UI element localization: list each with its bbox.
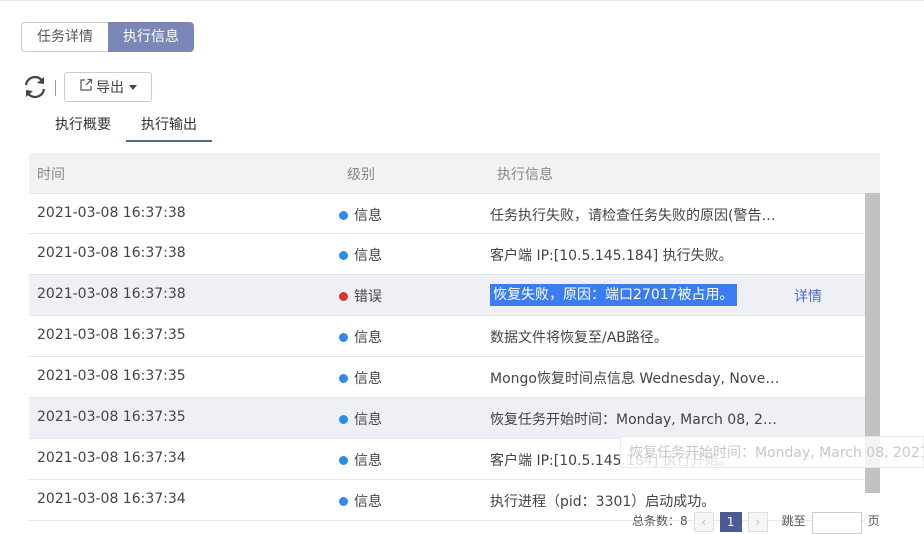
table-row[interactable]: 2021-03-08 16:37:38 信息 客户端 IP:[10.5.145.…	[29, 234, 865, 275]
export-icon	[79, 78, 93, 96]
row-level: 信息	[354, 453, 382, 469]
row-message: Mongo恢复时间点信息 Wednesday, Novem…	[490, 371, 780, 387]
next-page-icon[interactable]: ›	[747, 512, 768, 532]
header-level: 级别	[347, 167, 375, 183]
row-level: 错误	[354, 289, 382, 305]
table-row[interactable]: 2021-03-08 16:37:35 信息 恢复任务开始时间：Monday, …	[29, 398, 865, 439]
row-message: 执行进程（pid：3301）启动成功。	[490, 494, 716, 510]
row-time: 2021-03-08 16:37:34	[37, 450, 186, 466]
row-message: 恢复任务开始时间：Monday, March 08, 202…	[490, 412, 780, 428]
level-dot	[339, 250, 348, 260]
tab-exec-summary[interactable]: 执行概要	[40, 112, 126, 142]
level-dot	[339, 373, 348, 383]
table-row[interactable]: 2021-03-08 16:37:38 信息 任务执行失败，请检查任务失败的原因…	[29, 193, 865, 234]
row-message: 恢复失败，原因：端口27017被占用。	[490, 284, 737, 306]
toolbar-divider	[55, 80, 56, 96]
level-dot	[339, 332, 348, 342]
row-message: 任务执行失败，请检查任务失败的原因(警告…	[490, 208, 776, 224]
row-time: 2021-03-08 16:37:38	[37, 286, 186, 302]
row-time: 2021-03-08 16:37:35	[37, 368, 186, 384]
pagination: 总条数：8 ‹ 1 › 跳至 页	[632, 512, 880, 534]
page-suffix: 页	[867, 514, 880, 528]
output-tabs: 执行概要 执行输出	[40, 112, 212, 142]
level-dot	[339, 291, 348, 301]
refresh-icon[interactable]	[22, 74, 48, 100]
export-dropdown-button[interactable]: 导出	[64, 72, 152, 102]
table-row[interactable]: 2021-03-08 16:37:35 信息 Mongo恢复时间点信息 Wedn…	[29, 357, 865, 398]
exec-info-button[interactable]: 执行信息	[108, 22, 194, 52]
task-details-button[interactable]: 任务详情	[21, 22, 108, 52]
total-count: 总条数：8	[632, 514, 688, 528]
row-time: 2021-03-08 16:37:38	[37, 245, 186, 261]
tab-exec-output[interactable]: 执行输出	[126, 112, 212, 142]
level-dot	[339, 414, 348, 424]
row-level: 信息	[354, 248, 382, 264]
row-level: 信息	[354, 330, 382, 346]
top-divider	[0, 0, 924, 1]
level-dot	[339, 455, 348, 465]
view-switch: 任务详情 执行信息	[21, 22, 194, 52]
export-label: 导出	[96, 80, 124, 96]
jump-page-input[interactable]	[811, 512, 862, 534]
row-level: 信息	[354, 412, 382, 428]
row-time: 2021-03-08 16:37:38	[37, 205, 186, 221]
header-time: 时间	[37, 167, 65, 183]
row-message: 数据文件将恢复至/AB路径。	[490, 330, 668, 346]
row-message: 客户端 IP:[10.5.145.184] 执行失败。	[490, 248, 733, 264]
table-row[interactable]: 2021-03-08 16:37:38 错误 恢复失败，原因：端口27017被占…	[29, 275, 865, 316]
row-time: 2021-03-08 16:37:35	[37, 327, 186, 343]
row-level: 信息	[354, 494, 382, 510]
table-row[interactable]: 2021-03-08 16:37:35 信息 数据文件将恢复至/AB路径。	[29, 316, 865, 357]
prev-page-icon[interactable]: ‹	[693, 512, 714, 532]
table-header: 时间 级别 执行信息	[29, 153, 880, 193]
row-time: 2021-03-08 16:37:35	[37, 409, 186, 425]
message-tooltip: 恢复任务开始时间：Monday, March 08, 2021 16	[620, 436, 924, 468]
chevron-down-icon	[129, 84, 137, 90]
header-message: 执行信息	[497, 167, 553, 183]
detail-link[interactable]: 详情	[794, 286, 822, 306]
row-level: 信息	[354, 208, 382, 224]
level-dot	[339, 496, 348, 506]
jump-label: 跳至	[781, 514, 806, 528]
level-dot	[339, 210, 348, 220]
row-level: 信息	[354, 371, 382, 387]
current-page-button[interactable]: 1	[719, 512, 742, 532]
row-time: 2021-03-08 16:37:34	[37, 491, 186, 507]
